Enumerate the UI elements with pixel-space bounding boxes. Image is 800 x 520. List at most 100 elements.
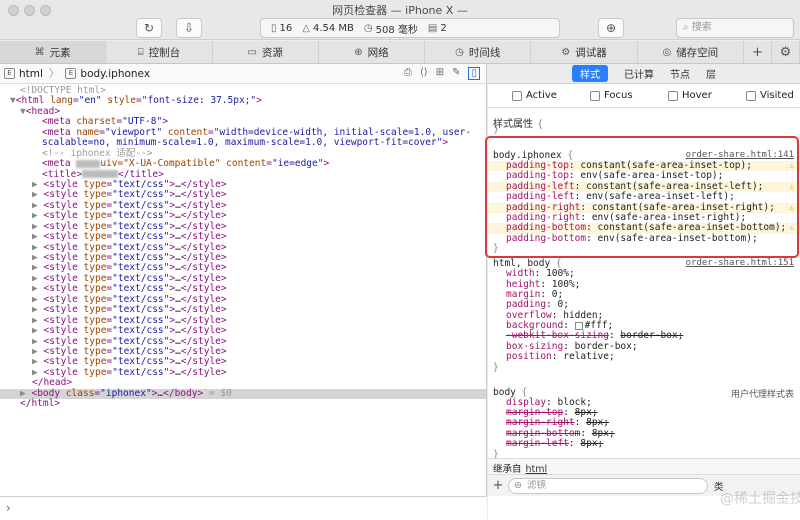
disclosure-closed-icon: ▶ xyxy=(32,345,38,357)
tab-styles[interactable]: 样式 xyxy=(572,65,608,82)
rule-close-brace: } xyxy=(493,361,499,373)
plus-icon: + xyxy=(752,44,763,60)
download-icon: ⇩ xyxy=(183,21,195,35)
breadcrumb-body[interactable]: E body.iphonex xyxy=(65,68,150,80)
file-icon: ▯ xyxy=(271,22,277,34)
color-swatch[interactable] xyxy=(574,321,583,330)
download-button[interactable]: ⇩ xyxy=(176,18,202,38)
dom-style-element[interactable]: ▶ <style type="text/css">…</style> xyxy=(0,366,486,378)
dom-html-close[interactable]: </html> xyxy=(0,398,486,409)
add-rule-button[interactable]: + xyxy=(488,478,508,493)
window-titlebar: 网页检查器 — iPhone X — ↻ ⇩ ▯ 16 △ 4.54 MB ◷ 508… xyxy=(0,0,800,40)
watermark: @稀土掘金技术社区 xyxy=(720,491,800,507)
console-icon: ⌸ xyxy=(137,46,144,58)
inspect-target-button[interactable]: ⊕ xyxy=(598,18,624,38)
debugger-icon: ⚙ xyxy=(561,46,571,58)
disclosure-closed-icon: ▶ xyxy=(32,283,38,295)
checkbox[interactable] xyxy=(590,90,600,101)
breadcrumb-html[interactable]: E html xyxy=(4,68,43,80)
console-prompt[interactable]: › xyxy=(0,496,487,520)
style-declaration[interactable]: position: relative; xyxy=(488,351,800,362)
checkbox[interactable] xyxy=(512,90,522,101)
dom-tree: <!DOCTYPE html> ▼<html lang="en" style="… xyxy=(0,84,486,410)
storage-icon: ◎ xyxy=(662,46,672,58)
dom-tree-panel: E html 〉 E body.iphonex ⎙ ⟨⟩ ⊞ ✎ ▯ <!DOC… xyxy=(0,64,487,496)
tab-node[interactable]: 节点 xyxy=(670,66,690,81)
search-input[interactable]: ⌕ 搜索 xyxy=(676,18,794,38)
redacted-blur xyxy=(82,170,119,178)
disclosure-closed-icon: ▶ xyxy=(32,262,38,274)
toggle-visited[interactable]: Visited xyxy=(722,90,800,101)
tab-network[interactable]: ⊕ 网络 xyxy=(319,41,426,63)
reload-icon: ↻ xyxy=(143,21,155,35)
log-count[interactable]: ▤ 2 xyxy=(428,23,447,34)
filter-input[interactable]: ⊜ 滤镜 xyxy=(508,477,708,494)
reload-button[interactable]: ↻ xyxy=(136,18,162,38)
warning-icon[interactable]: ⚠ xyxy=(789,223,794,233)
sidebar-toggle-icon[interactable]: ▯ xyxy=(468,67,480,80)
style-attribute-title: 样式属性{ xyxy=(493,119,544,130)
window-title: 网页检查器 — iPhone X — xyxy=(332,4,468,17)
add-tab-button[interactable]: + xyxy=(744,41,772,63)
print-icon[interactable]: ⎙ xyxy=(404,67,412,80)
page-stats: ▯ 16 △ 4.54 MB ◷ 508 毫秒 ▤ 2 xyxy=(260,18,560,38)
braces-icon[interactable]: ⟨⟩ xyxy=(420,67,428,80)
pen-icon[interactable]: ✎ xyxy=(452,67,460,80)
styles-tabbar: 样式 已计算 节点 层 xyxy=(488,64,800,84)
resource-size[interactable]: △ 4.54 MB xyxy=(302,23,354,34)
dom-toolbar: ⎙ ⟨⟩ ⊞ ✎ ▯ xyxy=(396,67,480,80)
disclosure-closed-icon: ▶ xyxy=(20,387,26,399)
checkbox[interactable] xyxy=(668,90,678,101)
disclosure-closed-icon: ▶ xyxy=(32,199,38,211)
resource-count[interactable]: ▯ 16 xyxy=(271,23,292,34)
prompt-chevron-icon: › xyxy=(6,501,11,515)
resources-icon: ▭ xyxy=(247,46,257,58)
disclosure-closed-icon: ▶ xyxy=(32,252,38,263)
warning-icon[interactable]: ⚠ xyxy=(789,161,794,171)
toggle-hover[interactable]: Hover xyxy=(644,90,722,101)
tab-computed[interactable]: 已计算 xyxy=(624,66,654,81)
tab-storage[interactable]: ◎ 储存空间 xyxy=(638,41,744,63)
inherited-from: 继承自 html xyxy=(488,458,800,475)
disclosure-closed-icon: ▶ xyxy=(32,366,38,378)
breadcrumb: E html 〉 E body.iphonex ⎙ ⟨⟩ ⊞ ✎ ▯ xyxy=(0,64,486,84)
styles-sidebar: 样式 已计算 节点 层 Active Focus Hover Visited 样… xyxy=(488,64,800,520)
pseudo-class-toggles: Active Focus Hover Visited xyxy=(488,84,800,108)
dom-meta-xua[interactable]: <meta uiv="X-UA-Compatible" content="ie=… xyxy=(0,158,486,169)
disclosure-closed-icon: ▶ xyxy=(32,356,38,368)
disclosure-closed-icon: ▶ xyxy=(32,314,38,326)
tab-elements[interactable]: ⌘ 元素 xyxy=(0,41,107,63)
settings-button[interactable]: ⚙ xyxy=(772,41,800,63)
checkbox[interactable] xyxy=(746,90,756,101)
load-time[interactable]: ◷ 508 毫秒 xyxy=(364,21,418,36)
rule-close-brace: } xyxy=(493,243,499,255)
elements-icon: ⌘ xyxy=(34,46,45,58)
toggle-focus[interactable]: Focus xyxy=(566,90,644,101)
rule-source-link[interactable]: order-share.html:151 xyxy=(686,258,794,268)
disclosure-closed-icon: ▶ xyxy=(32,304,38,316)
search-icon: ⌕ xyxy=(683,22,692,33)
disclosure-closed-icon: ▶ xyxy=(32,231,38,243)
tab-resources[interactable]: ▭ 资源 xyxy=(213,41,319,63)
dom-html-open[interactable]: ▼<html lang="en" style="font-size: 37.5p… xyxy=(0,95,486,106)
tab-timeline[interactable]: ◷ 时间线 xyxy=(425,41,532,63)
tab-debugger[interactable]: ⚙ 调试器 xyxy=(531,41,638,63)
style-declaration[interactable]: margin-left: 8px; xyxy=(488,438,800,449)
rule-source-link[interactable]: order-share.html:141 xyxy=(686,150,794,160)
inspector-tabbar: ⌘ 元素 ⌸ 控制台 ▭ 资源 ⊕ 网络 ◷ 时间线 ⚙ 调试器 ◎ 储存空间 + ⚙ xyxy=(0,41,800,64)
disclosure-closed-icon: ▶ xyxy=(32,189,38,201)
disclosure-closed-icon: ▶ xyxy=(32,272,38,284)
disclosure-closed-icon: ▶ xyxy=(32,241,38,253)
grid-icon[interactable]: ⊞ xyxy=(436,67,444,80)
dom-style-list: ▶ <style type="text/css">…</style> ▶ <sty… xyxy=(0,179,486,378)
filter-icon: ⊜ xyxy=(514,479,522,491)
tab-layers[interactable]: 层 xyxy=(706,66,716,81)
warning-icon[interactable]: ⚠ xyxy=(789,203,794,213)
warning-icon[interactable]: ⚠ xyxy=(789,182,794,192)
style-rules: body.iphonex {order-share.html:141 paddin… xyxy=(488,150,800,460)
toggle-active[interactable]: Active xyxy=(488,90,566,101)
disclosure-closed-icon: ▶ xyxy=(32,293,38,305)
tab-console[interactable]: ⌸ 控制台 xyxy=(106,41,213,63)
style-declaration[interactable]: padding-bottom: env(safe-area-inset-bott… xyxy=(488,233,800,244)
dom-body-selected[interactable]: ▶ <body class="iphonex">…</body> = $0 xyxy=(0,387,486,400)
